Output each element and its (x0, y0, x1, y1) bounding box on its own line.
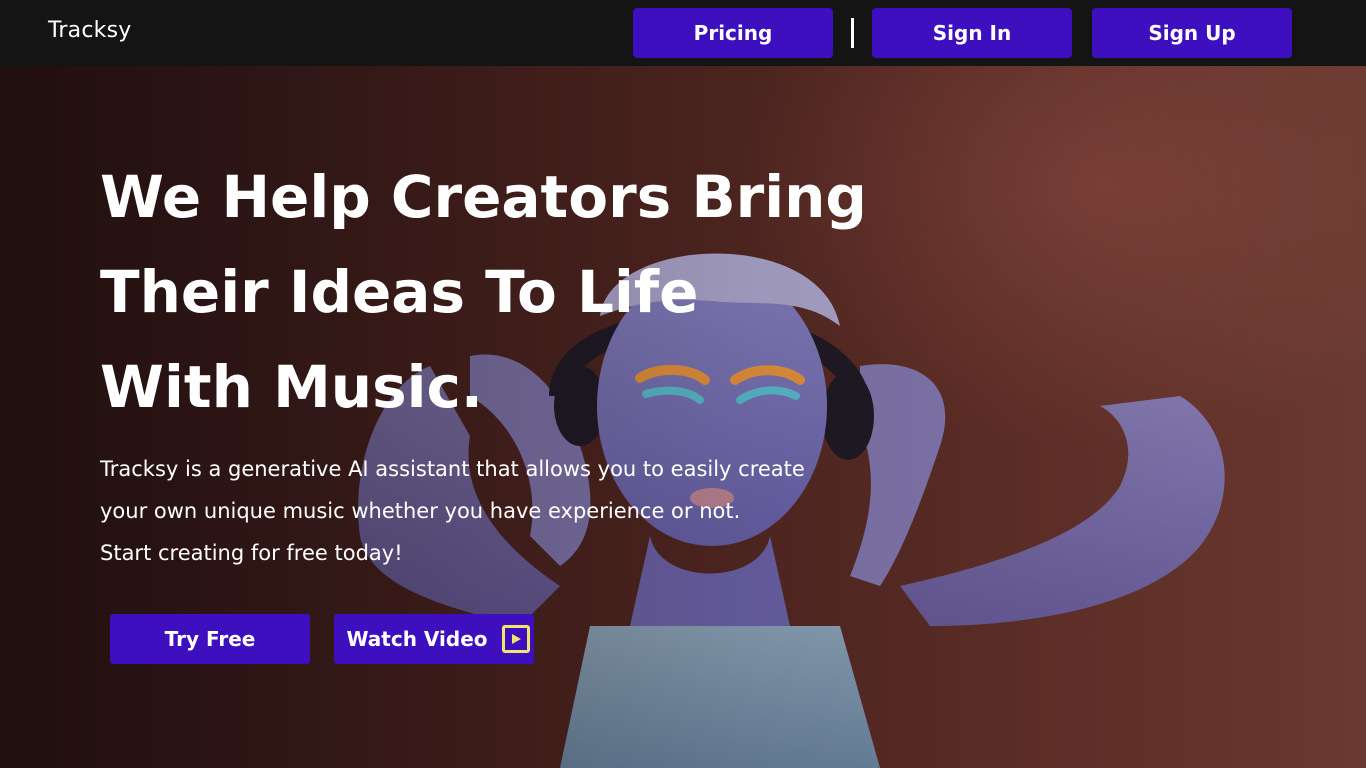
hero-description: Tracksy is a generative AI assistant tha… (100, 448, 860, 574)
hero-section: We Help Creators Bring Their Ideas To Li… (0, 66, 1366, 768)
hero-headline: We Help Creators Bring Their Ideas To Li… (100, 150, 920, 435)
sign-up-button[interactable]: Sign Up (1092, 8, 1292, 58)
watch-video-label: Watch Video (346, 627, 488, 651)
sign-in-button[interactable]: Sign In (872, 8, 1072, 58)
watch-video-button[interactable]: Watch Video (334, 614, 534, 664)
play-icon (501, 625, 530, 653)
pricing-button[interactable]: Pricing (633, 8, 833, 58)
brand-logo-text[interactable]: Tracksy (48, 18, 131, 43)
description-line-2: your own unique music whether you have e… (100, 499, 741, 523)
description-line-3: Start creating for free today! (100, 541, 403, 565)
headline-line-2: Their Ideas To Life (100, 258, 699, 326)
headline-line-1: We Help Creators Bring (100, 163, 867, 231)
try-free-button[interactable]: Try Free (110, 614, 310, 664)
description-line-1: Tracksy is a generative AI assistant tha… (100, 457, 805, 481)
headline-line-3: With Music. (100, 353, 483, 421)
nav-divider (851, 18, 854, 48)
top-navbar: Tracksy Pricing Sign In Sign Up (0, 0, 1366, 66)
